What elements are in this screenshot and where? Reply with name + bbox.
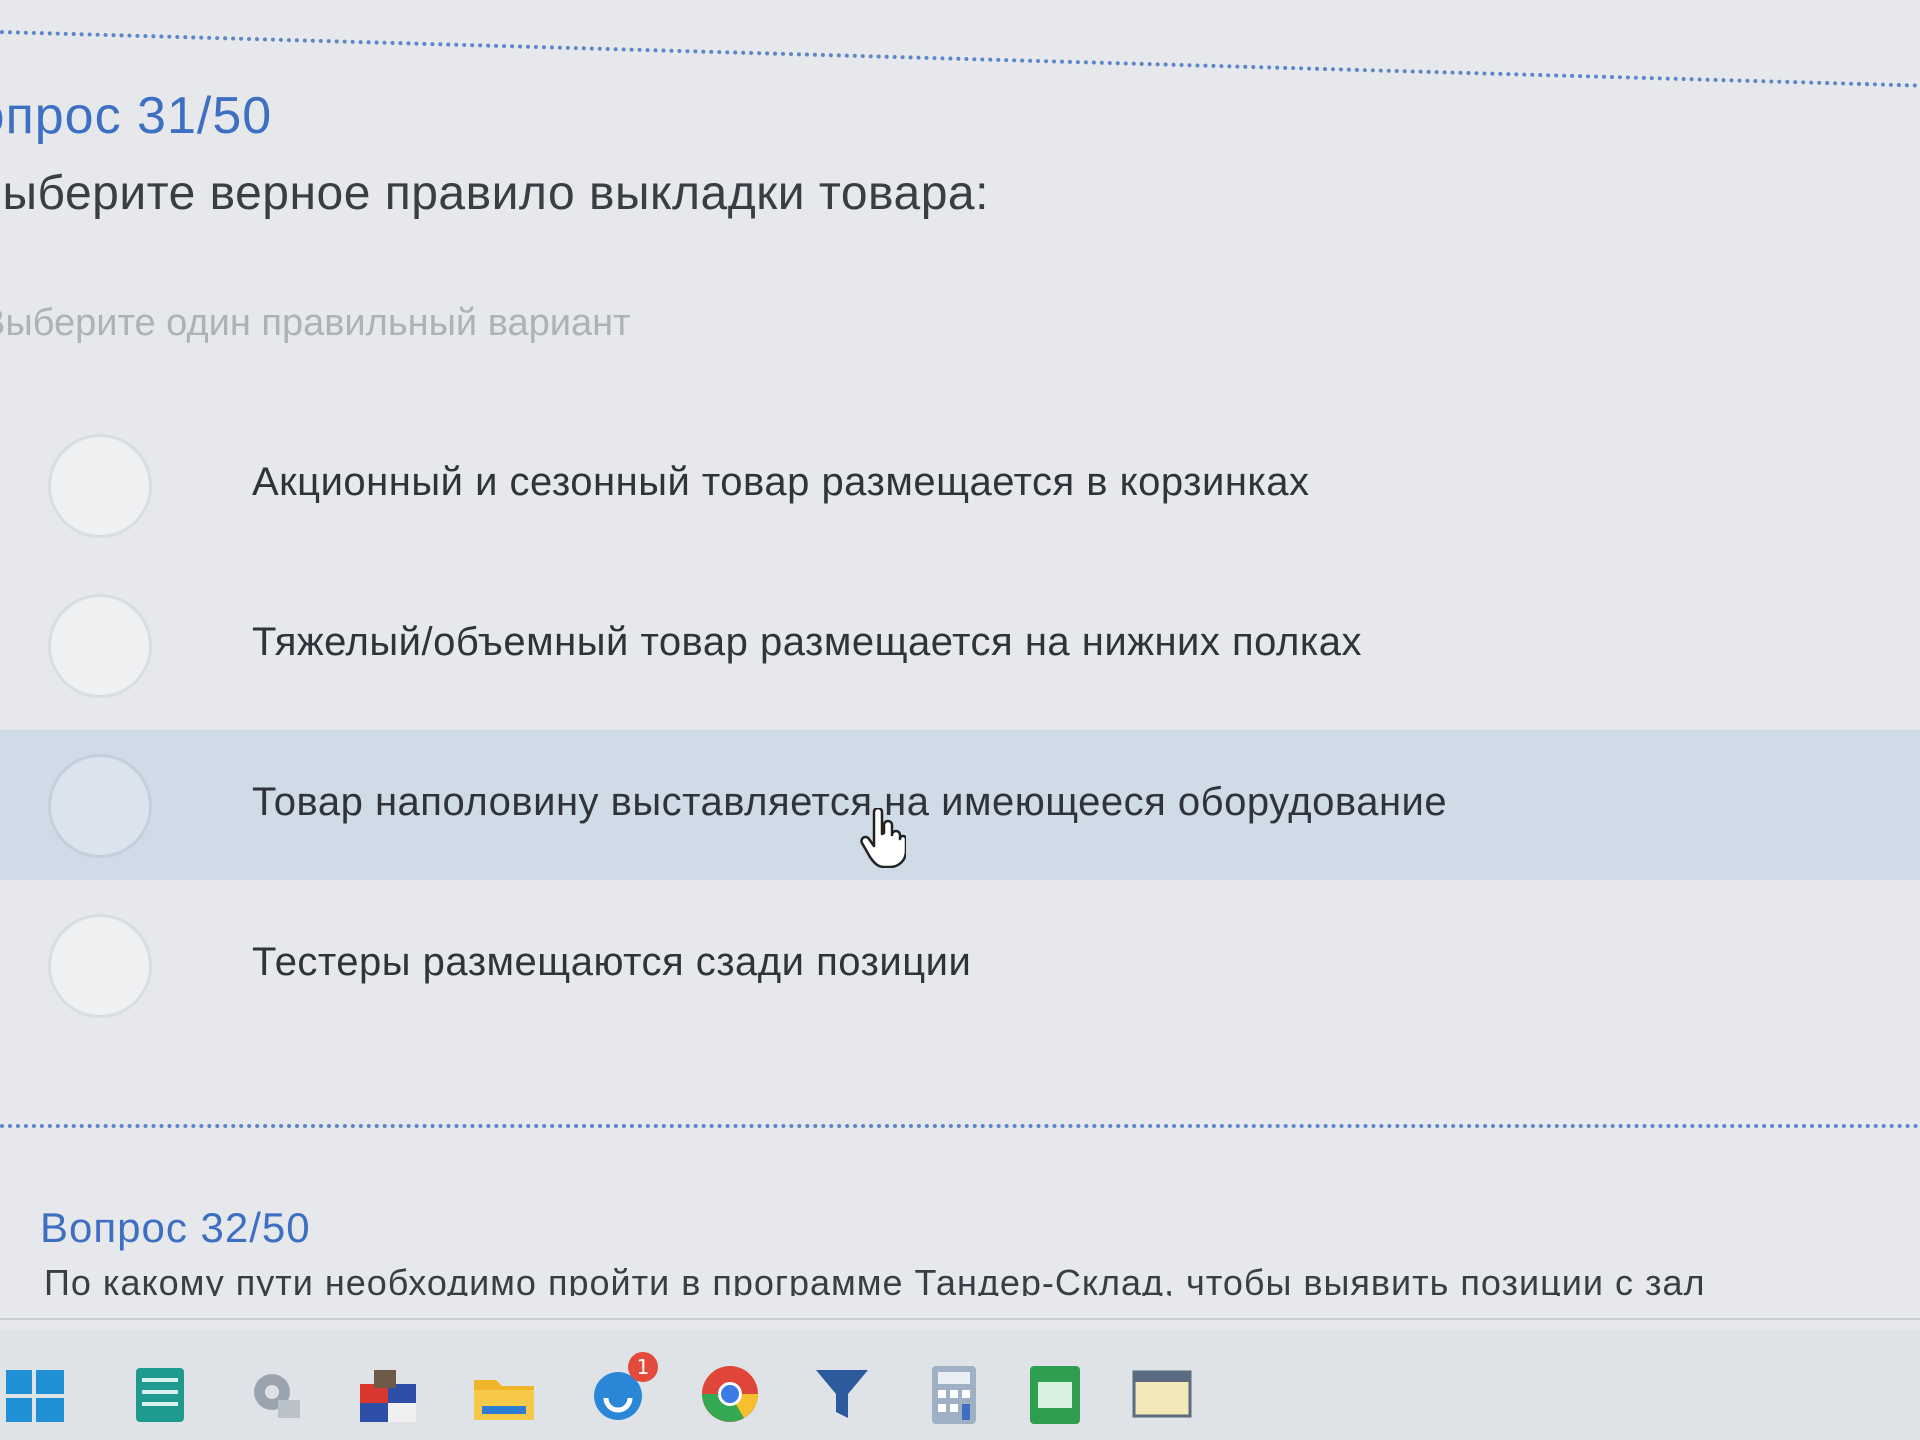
- next-question-number: Вопрос 32/50: [40, 1204, 311, 1251]
- answer-label: Тяжелый/объемный товар размещается на ни…: [252, 620, 1362, 664]
- question-bottom-divider: [0, 1124, 1920, 1128]
- question-hint: Выберите один правильный вариант: [0, 302, 631, 344]
- answer-option-2[interactable]: Тяжелый/объемный товар размещается на ни…: [0, 570, 1920, 720]
- window-icon[interactable]: [1130, 1362, 1194, 1426]
- funnel-icon[interactable]: [810, 1362, 874, 1426]
- question-top-divider: [0, 30, 1920, 88]
- quiz-page: Вопрос 31/50 Выберите верное правило вык…: [0, 0, 1920, 1440]
- answer-label: Товар наполовину выставляется на имеющее…: [252, 780, 1448, 824]
- rdp-icon[interactable]: [356, 1362, 420, 1426]
- radio-button[interactable]: [48, 914, 152, 1018]
- taskbar: 1: [0, 1330, 1920, 1440]
- windows-start-icon[interactable]: [4, 1362, 68, 1426]
- question-text: Выберите верное правило выкладки товара:: [0, 167, 989, 220]
- spreadsheet-icon[interactable]: [1024, 1362, 1088, 1426]
- answer-label: Акционный и сезонный товар размещается в…: [252, 460, 1310, 504]
- answer-option-1[interactable]: Акционный и сезонный товар размещается в…: [0, 410, 1920, 560]
- folder-icon[interactable]: [472, 1362, 536, 1426]
- answer-label: Тестеры размещаются сзади позиции: [252, 940, 972, 984]
- content-divider: [0, 1318, 1920, 1320]
- radio-button[interactable]: [48, 434, 152, 538]
- answer-option-3[interactable]: Товар наполовину выставляется на имеющее…: [0, 730, 1920, 880]
- notification-badge: 1: [628, 1352, 658, 1382]
- radio-button[interactable]: [48, 594, 152, 698]
- settings-gear-icon[interactable]: [244, 1362, 308, 1426]
- question-number: Вопрос 31/50: [0, 87, 273, 145]
- calculator-icon[interactable]: [922, 1362, 986, 1426]
- notepad-icon[interactable]: [128, 1362, 192, 1426]
- answer-options: Акционный и сезонный товар размещается в…: [0, 410, 1920, 1040]
- answer-option-4[interactable]: Тестеры размещаются сзади позиции: [0, 890, 1920, 1040]
- next-question-text: По какому пути необходимо пройти в прогр…: [44, 1262, 1706, 1296]
- chat-icon[interactable]: 1: [588, 1352, 658, 1426]
- chrome-icon[interactable]: [698, 1362, 762, 1426]
- hand-pointer-cursor-icon: [860, 808, 906, 868]
- radio-button[interactable]: [48, 754, 152, 858]
